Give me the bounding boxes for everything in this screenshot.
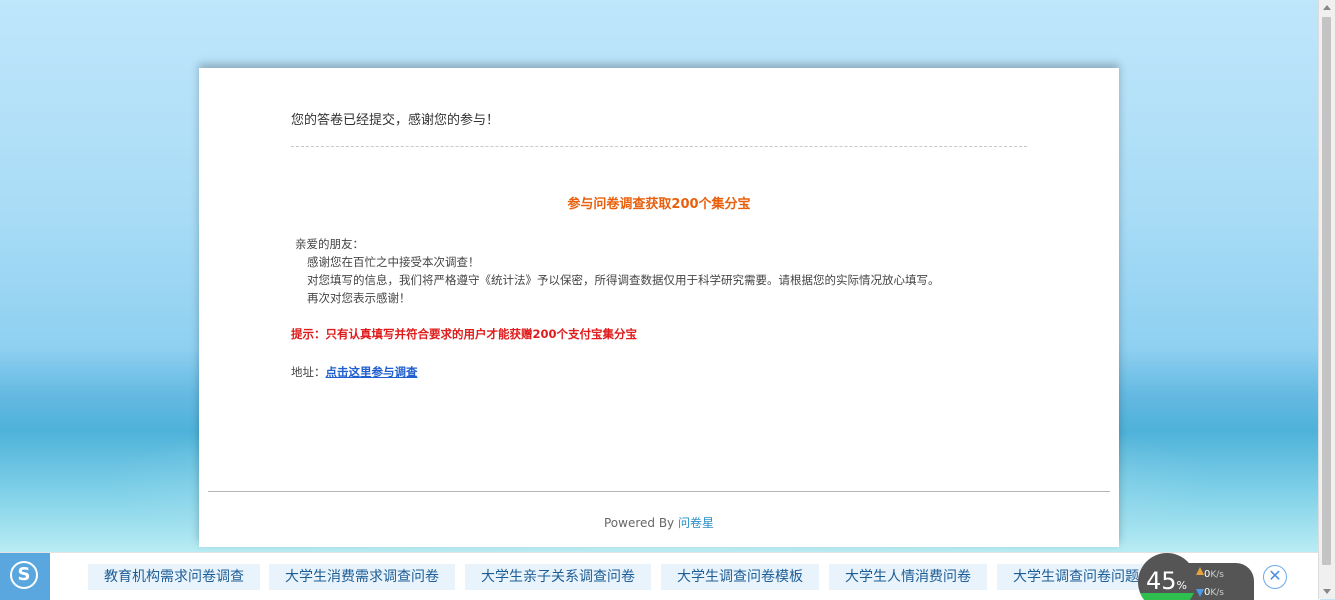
letter-line: 对您填写的信息，我们将严格遵守《统计法》予以保密，所得调查数据仅用于科学研究需要… xyxy=(307,273,940,287)
dashed-divider xyxy=(291,146,1027,147)
letter-body: 亲爱的朋友： 感谢您在百忙之中接受本次调查！ 对您填写的信息，我们将严格遵守《统… xyxy=(295,235,940,307)
suggestion-chip[interactable]: 教育机构需求问卷调查 xyxy=(88,564,260,590)
sogou-logo[interactable]: S xyxy=(0,553,50,600)
close-icon[interactable]: ✕ xyxy=(1263,565,1287,589)
suggestion-chip[interactable]: 大学生人情消费问卷 xyxy=(829,564,987,590)
download-arrow-icon xyxy=(1196,589,1204,597)
speed-percent: 45% xyxy=(1146,567,1187,595)
upload-speed: 0K/s xyxy=(1204,569,1224,580)
letter-line: 感谢您在百忙之中接受本次调查！ xyxy=(307,255,480,269)
scroll-up-arrow-icon[interactable] xyxy=(1323,5,1331,10)
promo-title: 参与问卷调查获取200个集分宝 xyxy=(567,197,751,212)
brand-link[interactable]: 问卷星 xyxy=(678,516,714,530)
scroll-down-arrow-icon[interactable] xyxy=(1323,589,1331,594)
download-speed: 0K/s xyxy=(1204,587,1224,598)
letter-line: 再次对您表示感谢！ xyxy=(307,291,411,305)
powered-by-text: Powered By xyxy=(603,516,675,530)
letter-greeting: 亲爱的朋友： xyxy=(295,237,364,251)
scrollbar-thumb[interactable] xyxy=(1322,17,1331,565)
suggestion-chip[interactable]: 大学生调查问卷问题 xyxy=(997,564,1155,590)
upload-arrow-icon xyxy=(1196,567,1204,575)
address-label: 地址： xyxy=(291,365,326,379)
search-suggestion-bar: S 教育机构需求问卷调查 大学生消费需求调查问卷 大学生亲子关系调查问卷 大学生… xyxy=(0,552,1320,600)
suggestion-chip[interactable]: 大学生消费需求调查问卷 xyxy=(269,564,455,590)
footer-divider xyxy=(208,491,1110,492)
survey-result-card: 您的答卷已经提交，感谢您的参与！ 参与问卷调查获取200个集分宝 亲爱的朋友： … xyxy=(199,68,1119,547)
reward-tip: 提示：只有认真填写并符合要求的用户才能获赠200个支付宝集分宝 xyxy=(291,327,638,341)
network-speed-widget[interactable]: 45% 0K/s 0K/s xyxy=(1138,553,1256,600)
suggestion-chip[interactable]: 大学生亲子关系调查问卷 xyxy=(465,564,651,590)
sogou-s-icon: S xyxy=(10,561,38,589)
submitted-message: 您的答卷已经提交，感谢您的参与！ xyxy=(291,113,500,128)
vertical-scrollbar[interactable] xyxy=(1318,0,1335,599)
survey-address: 地址：点击这里参与调查 xyxy=(291,364,418,380)
join-survey-link[interactable]: 点击这里参与调查 xyxy=(326,365,418,379)
suggestion-chip[interactable]: 大学生调查问卷模板 xyxy=(661,564,819,590)
powered-by: Powered By 问卷星 xyxy=(199,514,1119,531)
